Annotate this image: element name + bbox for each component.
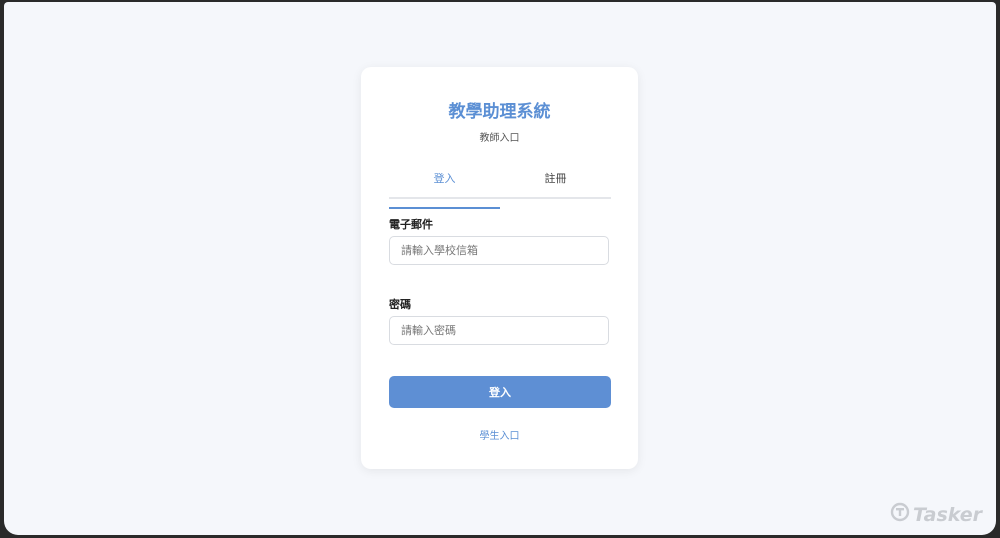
login-button[interactable]: 登入 xyxy=(389,376,611,408)
app-window: 教學助理系統 教師入口 登入 註冊 電子郵件 密碼 登入 學生入口 Tasker xyxy=(4,2,996,535)
tab-register[interactable]: 註冊 xyxy=(500,171,611,197)
tab-login[interactable]: 登入 xyxy=(389,171,500,209)
tasker-watermark: Tasker xyxy=(890,502,982,527)
login-card: 教學助理系統 教師入口 登入 註冊 電子郵件 密碼 登入 學生入口 xyxy=(361,67,638,469)
password-label: 密碼 xyxy=(389,298,411,311)
page-title: 教學助理系統 xyxy=(448,102,551,122)
tasker-logo-icon xyxy=(890,502,910,527)
email-label: 電子郵件 xyxy=(389,218,433,231)
watermark-text: Tasker xyxy=(912,503,982,526)
email-field[interactable] xyxy=(389,236,609,265)
auth-tabs: 登入 註冊 xyxy=(389,171,611,209)
page-subtitle: 教師入口 xyxy=(479,133,520,144)
password-field[interactable] xyxy=(389,316,609,345)
student-portal-link[interactable]: 學生入口 xyxy=(361,427,638,442)
